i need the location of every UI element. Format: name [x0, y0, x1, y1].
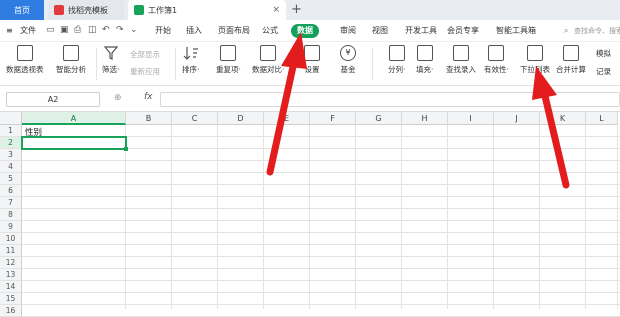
- arrow-to-data-menu: [266, 32, 307, 176]
- annotation-arrows: [266, 32, 570, 189]
- arrow-to-dropdown-list: [532, 66, 570, 189]
